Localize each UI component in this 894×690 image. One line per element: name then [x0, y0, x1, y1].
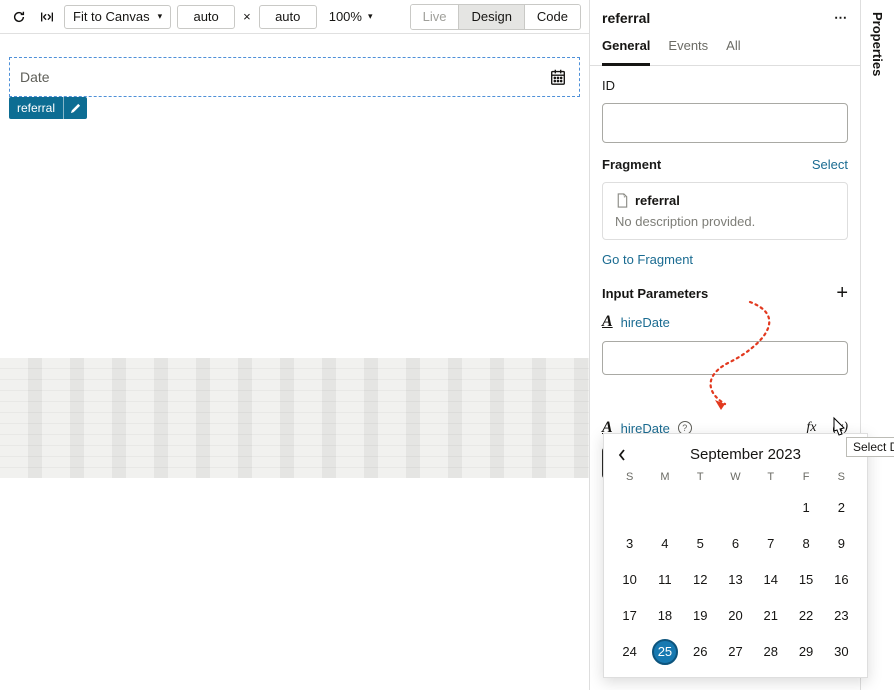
date-field-component[interactable]: Date [9, 57, 580, 97]
parameter-row: A hireDate [602, 313, 848, 331]
calendar-day[interactable]: 3 [612, 533, 647, 555]
calendar-day[interactable]: 25 [647, 641, 682, 663]
calendar-day[interactable]: 19 [683, 605, 718, 627]
badge-label: referral [9, 97, 63, 119]
param-value-input[interactable] [602, 341, 848, 375]
fragment-description: No description provided. [615, 214, 835, 229]
tab-general[interactable]: General [602, 32, 650, 66]
fragment-card: referral No description provided. [602, 182, 848, 240]
calendar-day[interactable]: 18 [647, 605, 682, 627]
dimension-separator: × [241, 9, 253, 24]
calendar-icon[interactable] [547, 66, 569, 88]
design-mode-button[interactable]: Design [458, 5, 523, 29]
panel-title: referral [602, 10, 650, 26]
zoom-dropdown[interactable]: 100% ▾ [329, 9, 373, 24]
canvas-height-input[interactable] [259, 5, 317, 29]
calendar-weekday: T [753, 471, 788, 483]
calendar-weekday: M [647, 471, 682, 483]
width-mode-icon[interactable] [36, 6, 58, 28]
file-icon [615, 193, 629, 208]
calendar-weekday: T [683, 471, 718, 483]
canvas-empty-pattern [0, 358, 589, 478]
component-badge: referral [9, 97, 87, 119]
calendar-day[interactable]: 5 [683, 533, 718, 555]
calendar-day[interactable]: 2 [824, 497, 859, 519]
calendar-day[interactable]: 8 [788, 533, 823, 555]
calendar-day[interactable]: 7 [753, 533, 788, 555]
calendar-day[interactable]: 4 [647, 533, 682, 555]
calendar-day[interactable]: 29 [788, 641, 823, 663]
id-label: ID [602, 78, 848, 93]
calendar-weekday: S [612, 471, 647, 483]
calendar-day[interactable]: 17 [612, 605, 647, 627]
fragment-name: referral [635, 193, 680, 208]
calendar-day[interactable]: 11 [647, 569, 682, 591]
calendar-day[interactable]: 9 [824, 533, 859, 555]
tooltip: Select Da [846, 437, 894, 457]
calendar-day[interactable]: 10 [612, 569, 647, 591]
view-mode-segment: Live Design Code [410, 4, 581, 30]
calendar-day[interactable]: 12 [683, 569, 718, 591]
calendar-day[interactable]: 1 [788, 497, 823, 519]
date-placeholder-text: Date [20, 69, 50, 85]
calendar-day[interactable]: 26 [683, 641, 718, 663]
live-mode-button[interactable]: Live [411, 5, 459, 29]
canvas-width-input[interactable] [177, 5, 235, 29]
calendar-grid: SMTWTFS123456789101112131415161718192021… [612, 471, 859, 663]
calendar-day[interactable]: 23 [824, 605, 859, 627]
design-canvas[interactable]: Date referral [0, 34, 589, 690]
fit-dropdown[interactable]: Fit to Canvas ▾ [64, 5, 171, 29]
calendar-weekday: S [824, 471, 859, 483]
edit-icon[interactable] [63, 97, 87, 119]
side-tab-label: Properties [870, 12, 885, 76]
calendar-day[interactable]: 16 [824, 569, 859, 591]
calendar-day[interactable]: 22 [788, 605, 823, 627]
calendar-day[interactable]: 20 [718, 605, 753, 627]
id-input[interactable] [602, 103, 848, 143]
calendar-day[interactable]: 14 [753, 569, 788, 591]
tab-events[interactable]: Events [668, 32, 708, 65]
code-mode-button[interactable]: Code [524, 5, 580, 29]
calendar-day[interactable]: 6 [718, 533, 753, 555]
text-type-icon: A [602, 313, 613, 331]
fragment-label: Fragment [602, 157, 661, 172]
calendar-day[interactable]: 21 [753, 605, 788, 627]
param-name[interactable]: hireDate [621, 315, 670, 330]
calendar-day[interactable]: 15 [788, 569, 823, 591]
caret-down-icon: ▾ [158, 11, 163, 22]
prev-month-button[interactable] [618, 449, 638, 461]
panel-more-icon[interactable]: ⋯ [834, 10, 848, 26]
calendar-day[interactable]: 27 [718, 641, 753, 663]
go-to-fragment-link[interactable]: Go to Fragment [602, 252, 848, 267]
refresh-icon[interactable] [8, 6, 30, 28]
select-fragment-link[interactable]: Select [812, 157, 848, 172]
calendar-weekday: W [718, 471, 753, 483]
toolbar: Fit to Canvas ▾ × 100% ▾ Live Design Cod… [0, 0, 589, 34]
input-parameters-label: Input Parameters [602, 286, 708, 301]
calendar-weekday: F [788, 471, 823, 483]
calendar-day[interactable]: 13 [718, 569, 753, 591]
date-picker-popup: September 2023 SMTWTFS123456789101112131… [603, 433, 868, 678]
calendar-day[interactable]: 24 [612, 641, 647, 663]
calendar-day[interactable]: 30 [824, 641, 859, 663]
zoom-value: 100% [329, 9, 362, 24]
panel-tabs: General Events All [590, 32, 860, 66]
calendar-month-label[interactable]: September 2023 [638, 446, 853, 463]
caret-down-icon: ▾ [368, 11, 373, 22]
calendar-day[interactable]: 28 [753, 641, 788, 663]
fit-label: Fit to Canvas [73, 9, 150, 24]
add-parameter-button[interactable]: + [836, 283, 848, 303]
tab-all[interactable]: All [726, 32, 740, 65]
